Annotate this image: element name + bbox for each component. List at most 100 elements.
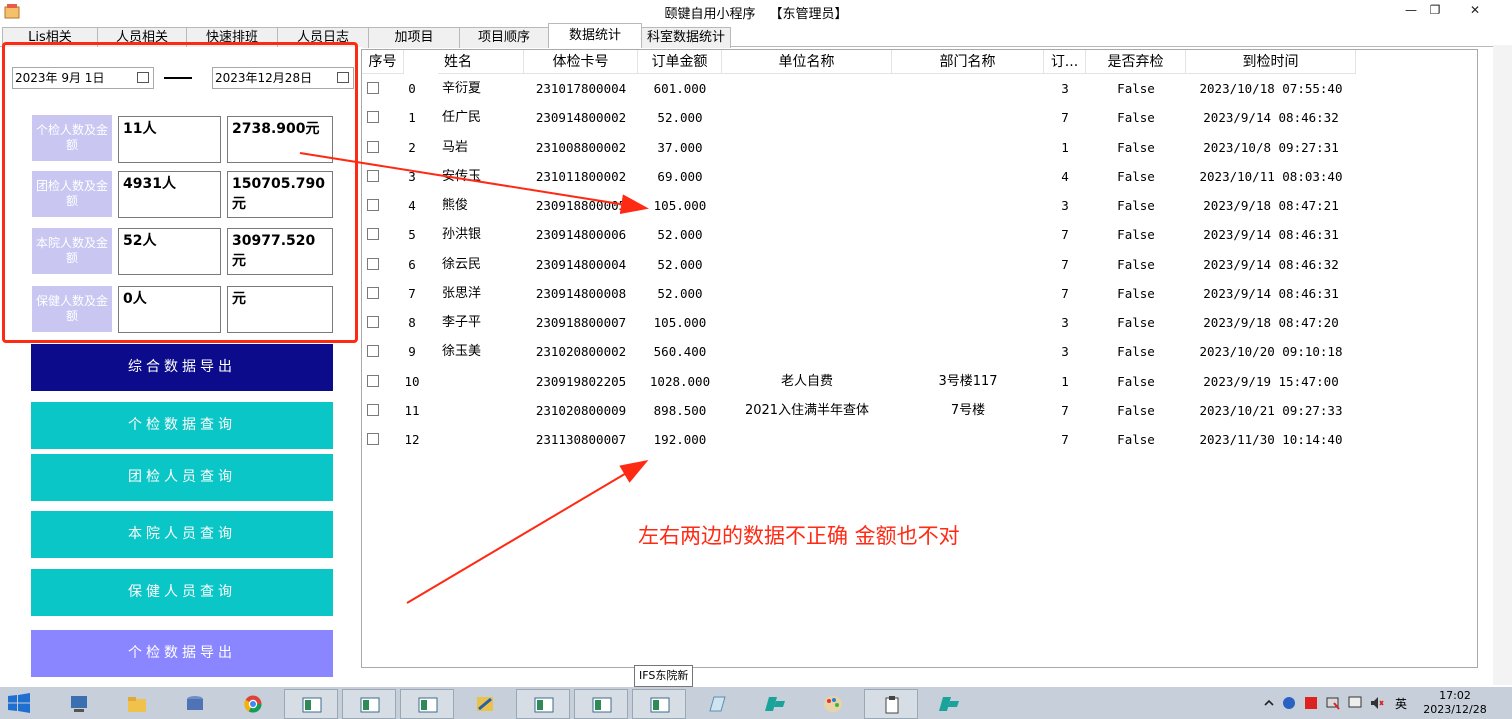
cell-checkin-time: 2023/11/30 10:14:40 xyxy=(1199,432,1343,447)
row-checkbox[interactable] xyxy=(367,111,379,124)
tab-data-statistics[interactable]: 数据统计 xyxy=(548,23,642,48)
his-client-icon[interactable] xyxy=(748,689,802,719)
table-row[interactable]: 8 李子平 230918800007 105.000 3 False 2023/9/18 0… xyxy=(362,308,1362,337)
cell-amount: 52.000 xyxy=(657,110,703,126)
table-row[interactable]: 10 230919802205 1028.000 老人自费 3号楼117 1 False 20… xyxy=(362,367,1362,396)
column-header-company[interactable]: 单位名称 xyxy=(722,50,892,74)
notepad-icon[interactable] xyxy=(690,689,744,719)
tab-lis[interactable]: Lis相关 xyxy=(2,27,98,48)
cell-amount: 105.000 xyxy=(653,315,707,330)
chrome-icon[interactable] xyxy=(226,689,280,719)
row-checkbox[interactable] xyxy=(367,82,379,94)
stat-count-individual[interactable]: 11人 xyxy=(118,116,221,163)
app-window-icon[interactable] xyxy=(400,689,454,719)
cell-card-no: 230918800005 xyxy=(535,198,627,213)
stat-count-staff[interactable]: 52人 xyxy=(118,228,221,275)
tray-security-icon[interactable] xyxy=(1304,696,1318,710)
cell-department xyxy=(892,220,1044,249)
stat-amount-group[interactable]: 150705.790元 xyxy=(227,171,333,218)
app-window-icon[interactable] xyxy=(284,689,338,719)
end-date-picker[interactable]: 2023年12月28日 xyxy=(212,67,354,89)
stat-count-group[interactable]: 4931人 xyxy=(118,171,221,218)
windows-start-icon[interactable] xyxy=(8,693,30,713)
column-header-department[interactable]: 部门名称 xyxy=(892,50,1044,74)
file-explorer-icon[interactable] xyxy=(110,689,164,719)
query-staff-button[interactable]: 本院人员查询 xyxy=(31,511,333,558)
tab-dept-statistics[interactable]: 科室数据统计 xyxy=(641,27,731,48)
stat-amount-individual[interactable]: 2738.900元 xyxy=(227,116,333,163)
cell-amount: 898.500 xyxy=(653,402,707,418)
table-row[interactable]: 1 任广民 230914800002 52.000 7 False 2023/9/14 08… xyxy=(362,103,1362,132)
row-checkbox[interactable] xyxy=(367,140,379,153)
column-header-checkin-time[interactable]: 到检时间 xyxy=(1186,50,1356,74)
tray-ime-indicator[interactable]: 英 xyxy=(1395,695,1409,711)
tray-devices-icon[interactable] xyxy=(1348,696,1362,710)
tools-icon[interactable] xyxy=(458,689,512,719)
tab-add-items[interactable]: 加项目 xyxy=(368,27,460,48)
column-header-index[interactable]: 序号 xyxy=(362,50,404,74)
table-row[interactable]: 3 安传玉 231011800002 69.000 4 False 2023/10/11 0… xyxy=(362,162,1362,191)
row-checkbox[interactable] xyxy=(367,228,379,241)
column-header-abandoned[interactable]: 是否弃检 xyxy=(1086,50,1186,74)
tab-personnel-log[interactable]: 人员日志 xyxy=(277,27,369,48)
app-window-icon[interactable] xyxy=(516,689,570,719)
cell-department xyxy=(892,133,1044,162)
cell-order-count: 1 xyxy=(1061,373,1069,389)
cell-company xyxy=(722,279,892,308)
tab-scheduling[interactable]: 快速排班 xyxy=(186,27,278,48)
clipboard-icon[interactable] xyxy=(864,689,918,719)
row-checkbox[interactable] xyxy=(367,374,379,387)
tray-expand-icon[interactable] xyxy=(1262,696,1276,710)
clock-date: 2023/12/28 xyxy=(1423,703,1487,716)
stat-count-health[interactable]: 0人 xyxy=(118,286,221,333)
table-row[interactable]: 6 徐云民 230914800004 52.000 7 False 2023/9/14 08… xyxy=(362,250,1362,279)
row-checkbox[interactable] xyxy=(367,316,379,328)
cell-card-no: 230919802205 xyxy=(535,373,627,389)
stat-amount-staff[interactable]: 30977.520元 xyxy=(227,228,333,275)
start-date-picker[interactable]: 2023年 9月 1日 xyxy=(12,67,154,89)
app-window-icon[interactable] xyxy=(574,689,628,719)
his-client-icon[interactable] xyxy=(922,689,976,719)
cell-order-count: 7 xyxy=(1061,227,1069,243)
row-checkbox[interactable] xyxy=(367,257,379,270)
row-checkbox[interactable] xyxy=(367,345,379,358)
tab-item-order[interactable]: 项目顺序 xyxy=(459,27,549,48)
column-header-name[interactable]: 姓名 xyxy=(438,50,524,74)
export-all-button[interactable]: 综合数据导出 xyxy=(31,344,333,391)
taskbar-clock[interactable]: 17:02 2023/12/28 xyxy=(1418,689,1492,717)
paint-icon[interactable] xyxy=(806,689,860,719)
table-row[interactable]: 12 231130800007 192.000 7 False 2023/11/30 10… xyxy=(362,425,1362,454)
export-individual-button[interactable]: 个检数据导出 xyxy=(31,630,333,677)
row-checkbox[interactable] xyxy=(367,199,379,211)
table-row[interactable]: 5 孙洪银 230914800006 52.000 7 False 2023/9/14 08… xyxy=(362,220,1362,249)
tray-app-icon[interactable] xyxy=(1282,696,1296,710)
stat-amount-health[interactable]: 元 xyxy=(227,286,333,333)
row-checkbox[interactable] xyxy=(367,286,379,299)
app-window-icon-active[interactable] xyxy=(632,689,686,719)
tray-volume-icon[interactable] xyxy=(1370,696,1384,710)
column-header-amount[interactable]: 订单金额 xyxy=(638,50,722,74)
row-checkbox[interactable] xyxy=(367,169,379,182)
query-individual-button[interactable]: 个检数据查询 xyxy=(31,402,333,449)
restore-button[interactable]: ❐ xyxy=(1422,1,1448,19)
tray-network-icon[interactable] xyxy=(1326,696,1340,710)
row-checkbox[interactable] xyxy=(367,433,379,445)
table-row[interactable]: 11 231020800009 898.500 2021入住满半年查体 7号楼 7 Fals… xyxy=(362,396,1362,425)
column-header-order-count[interactable]: 订... xyxy=(1044,50,1086,74)
table-row[interactable]: 9 徐玉美 231020800002 560.400 3 False 2023/10/20 … xyxy=(362,337,1362,366)
table-row[interactable]: 7 张思洋 230914800008 52.000 7 False 2023/9/14 08… xyxy=(362,279,1362,308)
table-row[interactable]: 0 辛衍夏 231017800004 601.000 3 False 2023/10/18 … xyxy=(362,74,1362,103)
column-header-card-no[interactable]: 体检卡号 xyxy=(524,50,638,74)
query-health-button[interactable]: 保健人员查询 xyxy=(31,569,333,616)
app-window-icon[interactable] xyxy=(342,689,396,719)
table-row[interactable]: 4 熊俊 230918800005 105.000 3 False 2023/9/18 08… xyxy=(362,191,1362,220)
tab-personnel[interactable]: 人员相关 xyxy=(97,27,187,48)
table-row[interactable]: 2 马岩 231008800002 37.000 1 False 2023/10/8 09:… xyxy=(362,133,1362,162)
server-manager-icon[interactable] xyxy=(52,689,106,719)
database-tool-icon[interactable] xyxy=(168,689,222,719)
close-button[interactable]: ✕ xyxy=(1458,1,1492,19)
query-group-button[interactable]: 团检人员查询 xyxy=(31,454,333,501)
cell-card-no: 230914800004 xyxy=(535,256,627,272)
minimize-button[interactable]: — xyxy=(1398,1,1424,19)
row-checkbox[interactable] xyxy=(367,403,379,416)
